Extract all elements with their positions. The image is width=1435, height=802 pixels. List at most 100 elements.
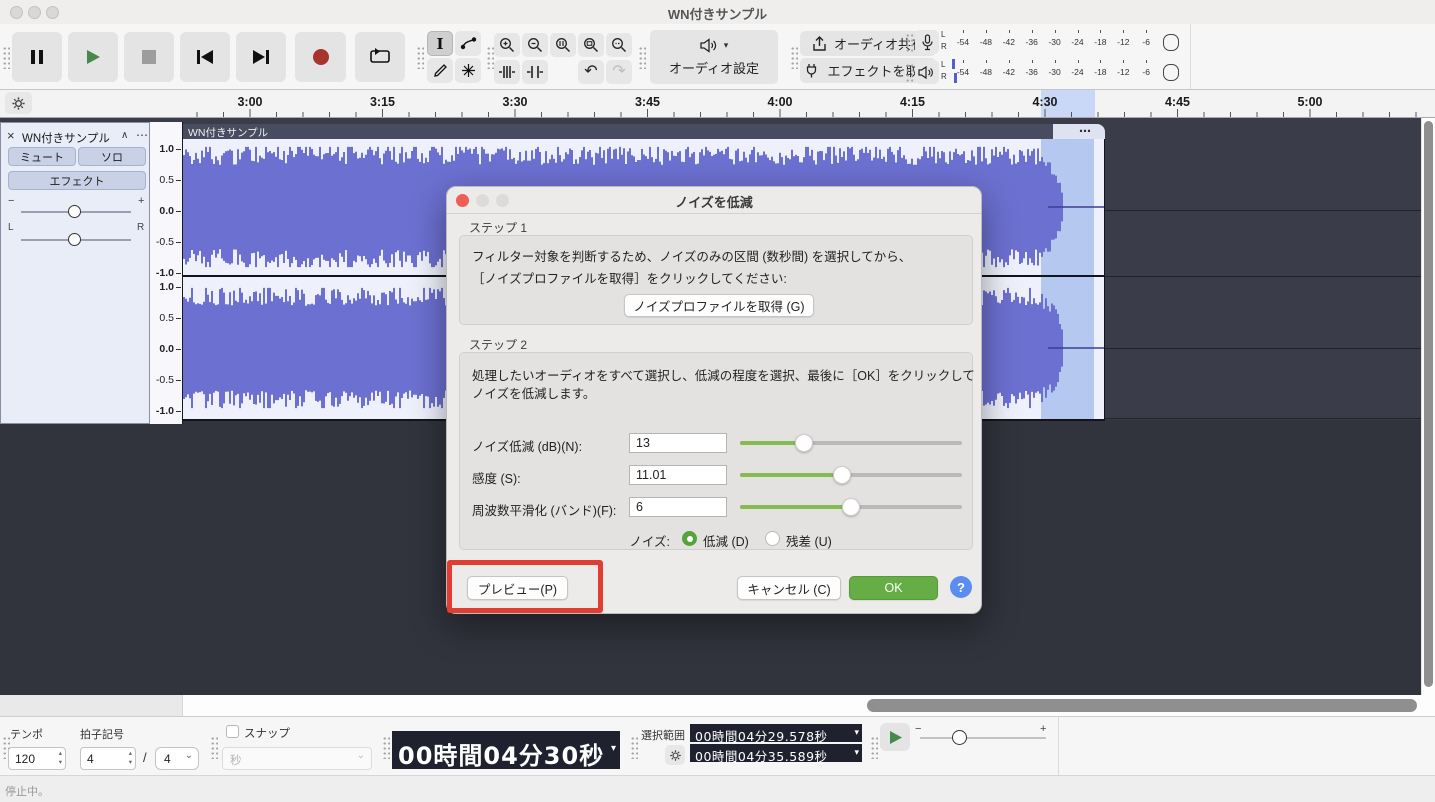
silence-audio-button[interactable] bbox=[522, 60, 548, 84]
pause-button[interactable] bbox=[12, 32, 62, 82]
skip-to-end-button[interactable] bbox=[236, 32, 286, 82]
playback-meter-grip[interactable] bbox=[905, 62, 913, 84]
sensitivity-input[interactable]: 11.01 bbox=[629, 465, 727, 485]
share-toolbar-grip[interactable] bbox=[790, 45, 798, 69]
selection-toolbar-grip[interactable] bbox=[630, 735, 638, 759]
tempo-input[interactable]: 120 ▴▾ bbox=[8, 747, 66, 770]
envelope-tool-button[interactable] bbox=[455, 31, 481, 56]
dialog-title-bar[interactable]: ノイズを低減 bbox=[447, 187, 981, 214]
selection-start-chevron-icon[interactable]: ▾ bbox=[854, 727, 859, 738]
radio-residue-label[interactable]: 残差 (U) bbox=[786, 531, 832, 550]
timedisplay-grip[interactable] bbox=[382, 735, 390, 759]
vertical-ruler[interactable]: 1.00.50.0-0.5-1.01.00.50.0-0.5-1.0 bbox=[150, 122, 183, 424]
cancel-button[interactable]: キャンセル (C) bbox=[737, 576, 841, 600]
gain-slider-thumb[interactable] bbox=[68, 205, 81, 218]
selection-tool-button[interactable]: I bbox=[427, 31, 453, 56]
help-button[interactable]: ? bbox=[950, 576, 972, 598]
vertical-scrollbar[interactable] bbox=[1421, 118, 1435, 695]
trim-audio-button[interactable] bbox=[494, 60, 520, 84]
fit-project-button[interactable] bbox=[578, 33, 604, 57]
time-display[interactable]: 00時間04分30秒 ▾ bbox=[392, 731, 620, 769]
snap-checkbox[interactable] bbox=[226, 725, 239, 738]
get-noise-profile-button[interactable]: ノイズプロファイルを取得 (G) bbox=[624, 294, 814, 317]
solo-button[interactable]: ソロ bbox=[78, 147, 146, 166]
undo-button[interactable]: ↶ bbox=[578, 60, 604, 84]
pan-slider-thumb[interactable] bbox=[68, 233, 81, 246]
snap-toolbar-grip[interactable] bbox=[210, 735, 218, 759]
tempo-label: テンポ bbox=[10, 726, 43, 742]
timeline-time-label: 4:45 bbox=[1155, 95, 1199, 109]
noise-label: ノイズ: bbox=[600, 531, 670, 550]
skip-to-start-button[interactable] bbox=[180, 32, 230, 82]
zoom-out-button[interactable] bbox=[522, 33, 548, 57]
timesig-upper-input[interactable]: 4 ▴▾ bbox=[80, 747, 136, 770]
meter-tick bbox=[986, 60, 987, 63]
play-speed-grip[interactable] bbox=[870, 735, 878, 759]
tools-toolbar-grip[interactable] bbox=[416, 45, 424, 69]
timeline-ruler[interactable]: 3:003:153:303:454:004:154:304:455:00 bbox=[0, 90, 1435, 118]
radio-reduce-label[interactable]: 低減 (D) bbox=[703, 531, 749, 550]
play-button[interactable] bbox=[68, 32, 118, 82]
playback-meter-speaker-button[interactable] bbox=[915, 60, 939, 84]
selection-start-field[interactable]: 00時間04分29.578秒 ▾ bbox=[690, 724, 862, 742]
track-name[interactable]: WN付きサンプル bbox=[22, 130, 110, 146]
track-menu-icon[interactable]: ⋯ bbox=[136, 128, 148, 142]
speed-slider-track[interactable] bbox=[920, 737, 1046, 739]
record-meter-mic-button[interactable] bbox=[915, 30, 939, 54]
frequency-smoothing-slider[interactable] bbox=[740, 505, 962, 509]
silence-audio-icon bbox=[526, 65, 544, 79]
clip-header[interactable]: WN付きサンプル ⋯ bbox=[183, 124, 1105, 139]
zoom-in-button[interactable] bbox=[494, 33, 520, 57]
draw-tool-button[interactable] bbox=[427, 58, 453, 83]
audio-setup-button[interactable]: ▾ オーディオ設定 bbox=[650, 30, 778, 84]
collapse-track-icon[interactable]: ∧ bbox=[121, 130, 128, 141]
effects-button[interactable]: エフェクト bbox=[8, 171, 146, 190]
vertical-scrollbar-thumb[interactable] bbox=[1424, 121, 1433, 687]
radio-reduce[interactable] bbox=[682, 531, 697, 546]
frequency-smoothing-input[interactable]: 6 bbox=[629, 497, 727, 517]
multi-tool-button[interactable] bbox=[455, 58, 481, 83]
selection-end-chevron-icon[interactable]: ▾ bbox=[854, 747, 859, 758]
selection-options-button[interactable] bbox=[665, 745, 685, 765]
sensitivity-slider[interactable] bbox=[740, 473, 962, 477]
meter-tick bbox=[1055, 60, 1056, 63]
meter-tick bbox=[1146, 30, 1147, 33]
tempo-stepper[interactable]: ▴▾ bbox=[59, 749, 62, 767]
toolbar-divider bbox=[1190, 24, 1191, 89]
ruler-tick bbox=[176, 318, 181, 319]
snap-combo[interactable]: 秒 ⌄ bbox=[222, 747, 372, 770]
multi-tool-icon bbox=[461, 63, 476, 78]
edit-toolbar-grip[interactable] bbox=[486, 45, 494, 69]
record-button[interactable] bbox=[295, 32, 346, 82]
close-track-icon[interactable]: × bbox=[7, 128, 15, 143]
speaker-icon bbox=[918, 65, 936, 80]
playback-meter[interactable]: LR-54-48-42-36-30-24-18-12-6 bbox=[941, 59, 1187, 85]
timesig-lower-select[interactable]: 4 ⌄ bbox=[155, 747, 199, 770]
noise-reduction-slider[interactable] bbox=[740, 441, 962, 445]
redo-button[interactable]: ↷ bbox=[606, 60, 632, 84]
ruler-value: 1.0 bbox=[150, 143, 174, 155]
ok-button[interactable]: OK bbox=[849, 576, 938, 600]
track-control-panel[interactable]: × WN付きサンプル ∧ ⋯ ミュート ソロ エフェクト − + L R bbox=[0, 122, 150, 424]
horizontal-scrollbar-thumb[interactable] bbox=[867, 699, 1417, 712]
snap-label: スナップ bbox=[244, 725, 290, 741]
stop-button[interactable] bbox=[124, 32, 174, 82]
transport-toolbar-grip[interactable] bbox=[2, 45, 10, 69]
play-at-speed-button[interactable] bbox=[880, 723, 910, 751]
speed-slider-thumb[interactable] bbox=[952, 730, 967, 745]
play-icon bbox=[84, 48, 102, 66]
recording-meter[interactable]: LR-54-48-42-36-30-24-18-12-6 bbox=[941, 29, 1187, 55]
timesig-stepper[interactable]: ▴▾ bbox=[129, 749, 132, 767]
selection-end-field[interactable]: 00時間04分35.589秒 ▾ bbox=[690, 744, 862, 762]
record-meter-grip[interactable] bbox=[905, 32, 913, 54]
loop-button[interactable] bbox=[355, 32, 405, 82]
zoom-toggle-button[interactable] bbox=[606, 33, 632, 57]
noise-reduction-input[interactable]: 13 bbox=[629, 433, 727, 453]
radio-residue[interactable] bbox=[765, 531, 780, 546]
time-display-chevron-icon[interactable]: ▾ bbox=[611, 743, 616, 754]
mute-button[interactable]: ミュート bbox=[8, 147, 76, 166]
meter-db-label: -42 bbox=[1003, 67, 1015, 77]
audio-setup-grip[interactable] bbox=[638, 45, 646, 69]
fit-selection-button[interactable] bbox=[550, 33, 576, 57]
clip-menu-icon[interactable]: ⋯ bbox=[1079, 124, 1091, 138]
